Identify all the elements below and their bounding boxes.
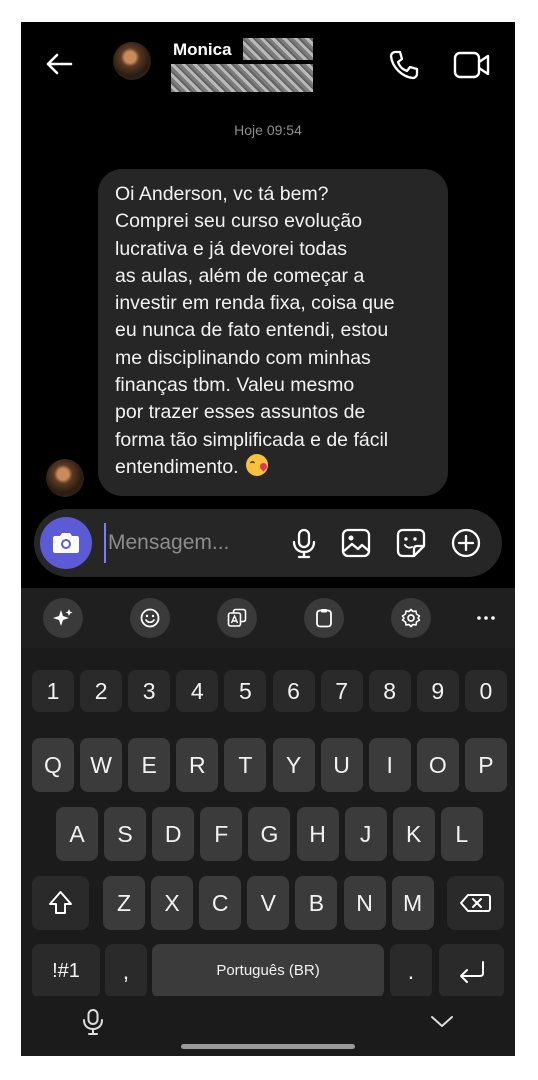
microphone-icon[interactable] <box>81 1008 105 1036</box>
key-r[interactable]: R <box>176 738 219 792</box>
contact-name[interactable]: Monica <box>173 40 232 60</box>
more-button[interactable] <box>466 598 506 638</box>
contact-avatar[interactable] <box>113 42 151 80</box>
keyboard-toolbar <box>21 588 515 648</box>
message-input[interactable] <box>104 523 284 563</box>
message-line: entendimento. <box>115 455 239 478</box>
key-u[interactable]: U <box>320 738 363 792</box>
home-indicator[interactable] <box>181 1044 355 1049</box>
symbols-key[interactable]: !#1 <box>32 944 100 998</box>
key-7[interactable]: 7 <box>320 670 363 712</box>
camera-icon <box>53 533 79 553</box>
key-g[interactable]: G <box>248 807 291 861</box>
enter-icon <box>460 961 484 983</box>
message-line: por trazer esses assuntos de <box>115 401 366 424</box>
phone-screen: Monica Hoje 09:54 Oi Anderson, vc tá bem… <box>21 22 515 1056</box>
key-o[interactable]: O <box>416 738 459 792</box>
backspace-icon <box>460 894 491 912</box>
key-b[interactable]: B <box>295 876 338 930</box>
key-2[interactable]: 2 <box>80 670 123 712</box>
gallery-icon[interactable] <box>340 527 372 559</box>
message-line: me disciplinando com minhas <box>115 346 371 369</box>
message-line: investir em renda fixa, coisa que <box>115 292 395 315</box>
key-l[interactable]: L <box>440 807 483 861</box>
emoji-button[interactable] <box>130 598 170 638</box>
more-icon <box>477 616 495 620</box>
on-screen-keyboard: 1234567890 QWERTYUIOP ASDFGHJKL ZXCVBNM !#1… <box>21 588 515 1056</box>
space-key[interactable]: Português (BR) <box>152 944 384 998</box>
key-3[interactable]: 3 <box>128 670 171 712</box>
key-d[interactable]: D <box>152 807 195 861</box>
settings-button[interactable] <box>391 598 431 638</box>
translate-icon <box>227 608 247 627</box>
key-s[interactable]: S <box>104 807 147 861</box>
key-h[interactable]: H <box>296 807 339 861</box>
key-i[interactable]: I <box>368 738 411 792</box>
key-p[interactable]: P <box>464 738 507 792</box>
kissing-face-emoji-icon <box>246 453 269 476</box>
camera-button[interactable] <box>40 517 92 569</box>
sparkle-button[interactable] <box>43 598 83 638</box>
key-m[interactable]: M <box>391 876 434 930</box>
shift-key[interactable] <box>32 876 89 930</box>
key-0[interactable]: 0 <box>464 670 507 712</box>
back-arrow-icon[interactable] <box>41 46 77 82</box>
emoji-icon <box>140 608 160 628</box>
shift-icon <box>49 891 72 914</box>
key-c[interactable]: C <box>199 876 242 930</box>
key-e[interactable]: E <box>128 738 171 792</box>
key-x[interactable]: X <box>151 876 194 930</box>
message-line: forma tão simplificada e de fácil <box>115 428 389 451</box>
plus-circle-icon[interactable] <box>450 527 482 559</box>
message-line: as aulas, além de começar a <box>115 264 365 287</box>
enter-key[interactable] <box>439 944 504 998</box>
message-composer <box>34 509 502 577</box>
backspace-key[interactable] <box>447 876 504 930</box>
key-j[interactable]: J <box>344 807 387 861</box>
key-1[interactable]: 1 <box>32 670 74 712</box>
message-line: finanças tbm. Valeu mesmo <box>115 374 355 397</box>
key-y[interactable]: Y <box>272 738 315 792</box>
key-t[interactable]: T <box>224 738 267 792</box>
comma-key[interactable]: , <box>105 944 147 998</box>
key-w[interactable]: W <box>80 738 123 792</box>
sparkle-icon <box>53 609 73 626</box>
sender-avatar[interactable] <box>46 459 84 497</box>
key-v[interactable]: V <box>247 876 290 930</box>
key-6[interactable]: 6 <box>272 670 315 712</box>
redacted-username-block <box>171 64 313 92</box>
incoming-message-bubble[interactable]: Oi Anderson, vc tá bem? Comprei seu curs… <box>98 169 448 496</box>
clipboard-icon <box>316 609 332 628</box>
clipboard-button[interactable] <box>304 598 344 638</box>
chevron-down-icon[interactable] <box>429 1014 455 1030</box>
key-f[interactable]: F <box>200 807 243 861</box>
key-q[interactable]: Q <box>32 738 74 792</box>
key-4[interactable]: 4 <box>176 670 219 712</box>
gear-icon <box>401 608 421 628</box>
key-5[interactable]: 5 <box>224 670 267 712</box>
redacted-name-block <box>243 38 313 60</box>
key-n[interactable]: N <box>343 876 386 930</box>
navigation-bar <box>21 996 515 1056</box>
message-line: Oi Anderson, vc tá bem? <box>115 183 329 205</box>
sticker-icon[interactable] <box>395 527 427 559</box>
key-8[interactable]: 8 <box>368 670 411 712</box>
key-9[interactable]: 9 <box>416 670 459 712</box>
microphone-icon[interactable] <box>288 527 320 559</box>
message-timestamp: Hoje 09:54 <box>234 122 302 138</box>
message-line: eu nunca de fato entendi, estou <box>115 319 389 342</box>
message-last-line: entendimento. <box>115 453 434 481</box>
video-camera-icon[interactable] <box>453 50 491 80</box>
translate-button[interactable] <box>217 598 257 638</box>
key-a[interactable]: A <box>56 807 98 861</box>
period-key[interactable]: . <box>390 944 432 998</box>
message-line: Comprei seu curso evolução <box>115 210 363 233</box>
message-line: lucrativa e já devorei todas <box>115 237 347 260</box>
key-k[interactable]: K <box>392 807 435 861</box>
phone-icon[interactable] <box>387 48 421 82</box>
key-z[interactable]: Z <box>103 876 145 930</box>
